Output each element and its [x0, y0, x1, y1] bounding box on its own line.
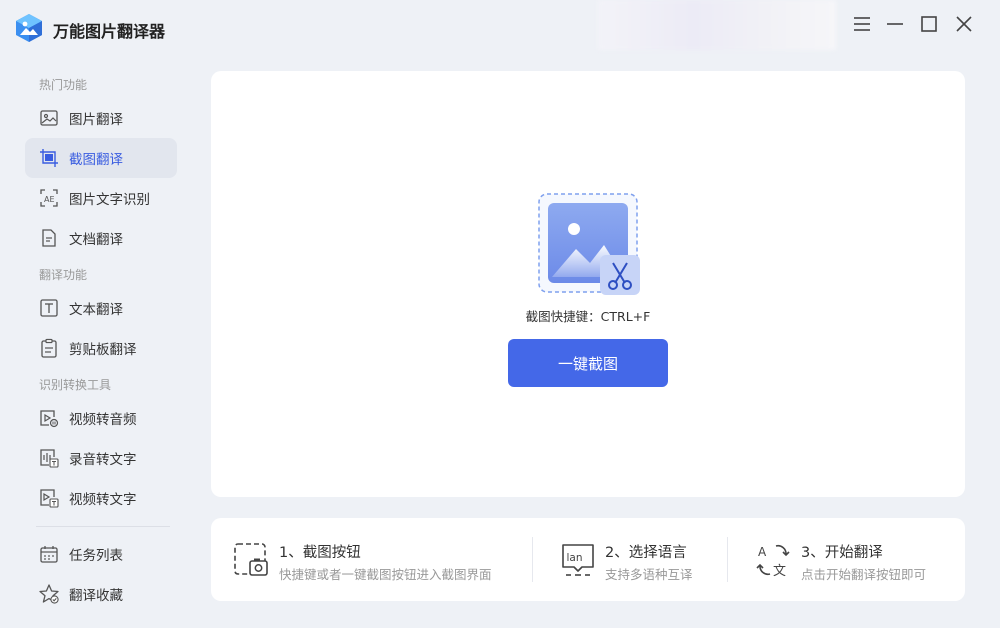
screenshot-illustration-icon — [538, 193, 640, 295]
svg-text:A: A — [758, 545, 767, 559]
menu-icon — [854, 17, 870, 31]
document-icon — [42, 229, 56, 247]
sidebar-item-label: 翻译收藏 — [69, 588, 123, 604]
sidebar-item-video-to-audio[interactable]: 视频转音频 — [25, 398, 177, 438]
svg-text:文: 文 — [773, 564, 786, 578]
svg-text:AE: AE — [44, 195, 55, 204]
sidebar-item-favorites[interactable]: 翻译收藏 — [25, 574, 177, 614]
close-icon — [956, 16, 972, 32]
step-title: 3、开始翻译 — [801, 545, 883, 561]
menu-button[interactable] — [848, 10, 876, 38]
sidebar-item-label: 录音转文字 — [69, 452, 137, 468]
sidebar-item-label: 任务列表 — [69, 548, 123, 564]
sidebar-item-video-to-text[interactable]: 视频转文字 — [25, 478, 177, 518]
section-title-tools: 识别转换工具 — [39, 378, 112, 392]
calendar-icon — [40, 546, 58, 563]
ocr-icon: AE — [40, 189, 58, 207]
sidebar-divider — [36, 526, 170, 527]
app-title: 万能图片翻译器 — [53, 22, 166, 41]
minimize-icon — [887, 23, 903, 25]
sidebar-item-label: 文档翻译 — [69, 232, 123, 248]
minimize-button[interactable] — [881, 10, 909, 38]
sidebar-item-label: 文本翻译 — [69, 302, 123, 318]
capture-panel: 截图快捷键：CTRL+F 一键截图 — [211, 71, 965, 497]
step-title: 1、截图按钮 — [279, 545, 361, 561]
step-separator — [727, 537, 728, 582]
text-icon — [40, 299, 58, 317]
sidebar-item-label: 视频转文字 — [69, 492, 137, 508]
clipboard-icon — [41, 338, 57, 358]
sidebar-item-label: 剪贴板翻译 — [69, 342, 137, 358]
sidebar-item-label: 截图翻译 — [69, 152, 123, 168]
sidebar-item-task-list[interactable]: 任务列表 — [25, 534, 177, 574]
sidebar-item-text-translate[interactable]: 文本翻译 — [25, 288, 177, 328]
sidebar-item-label: 图片翻译 — [69, 112, 123, 128]
step-title: 2、选择语言 — [605, 545, 687, 561]
step-description: 点击开始翻译按钮即可 — [801, 567, 927, 582]
one-click-capture-button[interactable]: 一键截图 — [508, 339, 668, 387]
blurred-region — [598, 0, 836, 50]
step-separator — [532, 537, 533, 582]
sidebar-item-image-translate[interactable]: 图片翻译 — [25, 98, 177, 138]
sidebar-item-ocr[interactable]: AE 图片文字识别 — [25, 178, 177, 218]
section-title-hot: 热门功能 — [39, 78, 88, 92]
sidebar: 热门功能 图片翻译 截图翻译 AE 图片文字识别 文档翻译 翻译功能 文本翻译 … — [0, 56, 200, 628]
language-icon: lan — [562, 544, 594, 576]
maximize-icon — [921, 16, 937, 32]
title-bar: 万能图片翻译器 — [0, 0, 1000, 56]
translate-icon: A 文 — [756, 544, 790, 578]
close-button[interactable] — [950, 10, 978, 38]
screenshot-icon — [40, 149, 58, 167]
steps-panel: 1、截图按钮 快捷键或者一键截图按钮进入截图界面 lan 2、选择语言 支持多语… — [211, 518, 965, 601]
svg-text:lan: lan — [567, 552, 583, 564]
recording-text-icon — [40, 449, 59, 468]
step-description: 快捷键或者一键截图按钮进入截图界面 — [279, 567, 492, 582]
sidebar-item-clipboard-translate[interactable]: 剪贴板翻译 — [25, 328, 177, 368]
sidebar-item-screenshot-translate[interactable]: 截图翻译 — [25, 138, 177, 178]
hotkey-hint: 截图快捷键：CTRL+F — [525, 309, 651, 324]
screenshot-camera-icon — [234, 543, 268, 576]
video-audio-icon — [40, 410, 59, 428]
sidebar-item-label: 视频转音频 — [69, 412, 137, 428]
app-logo-icon — [16, 14, 42, 42]
video-text-icon — [40, 489, 59, 508]
sidebar-item-label: 图片文字识别 — [69, 192, 150, 208]
step-description: 支持多语种互译 — [605, 567, 693, 582]
maximize-button[interactable] — [915, 10, 943, 38]
section-title-translate: 翻译功能 — [39, 268, 88, 282]
sidebar-item-recording-to-text[interactable]: 录音转文字 — [25, 438, 177, 478]
star-icon — [39, 584, 59, 604]
sidebar-item-document-translate[interactable]: 文档翻译 — [25, 218, 177, 258]
image-icon — [40, 110, 58, 126]
